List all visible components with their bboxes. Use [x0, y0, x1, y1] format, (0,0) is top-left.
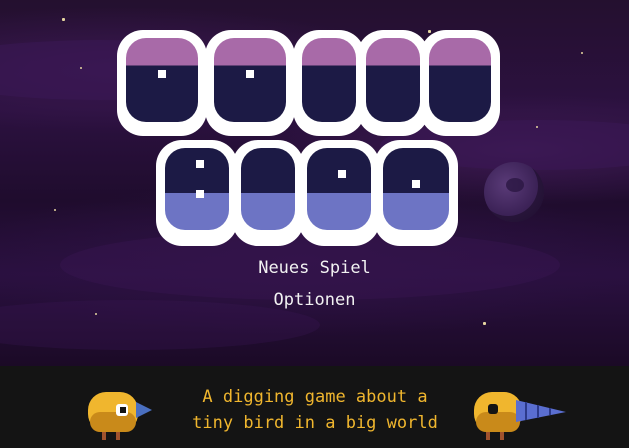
main-menu: Neues Spiel Optionen [0, 252, 629, 316]
drill-bird-icon [474, 392, 566, 440]
footer-bar: A digging game about a tiny bird in a bi… [0, 366, 629, 448]
logo-line-bird [156, 140, 458, 246]
game-background: Neues Spiel Optionen [0, 0, 629, 366]
bird-icon [88, 392, 152, 440]
logo-line-drill [117, 30, 500, 136]
tagline-line-2: tiny bird in a big world [192, 413, 438, 433]
tagline-line-1: A digging game about a [202, 387, 428, 407]
tagline: A digging game about a tiny bird in a bi… [150, 384, 480, 436]
options-button[interactable]: Optionen [274, 284, 356, 316]
new-game-button[interactable]: Neues Spiel [258, 252, 371, 284]
